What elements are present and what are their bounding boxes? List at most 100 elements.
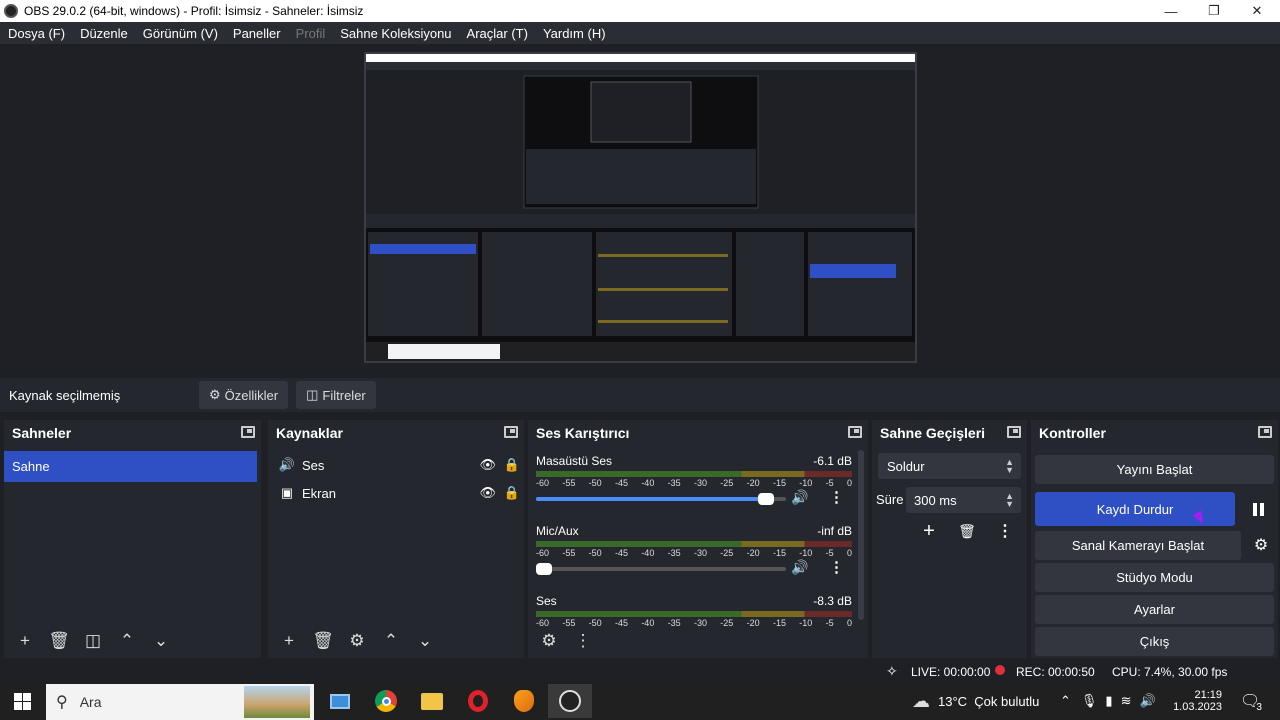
sources-dock: Kaynaklar 🔊 Ses 👁 🔒 ▣ Ekran 👁 🔒 + 🗑 ⚙ ⌃ … xyxy=(268,420,524,658)
virtual-camera-settings-button[interactable]: ⚙ xyxy=(1246,530,1276,560)
menu-view[interactable]: Görünüm (V) xyxy=(143,26,218,41)
volume-meter xyxy=(536,611,852,617)
obs-app[interactable] xyxy=(548,684,592,718)
add-scene-button[interactable]: + xyxy=(10,627,40,655)
close-button[interactable]: ✕ xyxy=(1235,0,1279,22)
menu-docks[interactable]: Paneller xyxy=(233,26,281,41)
obs-icon xyxy=(559,690,581,712)
meter-tick: 0 xyxy=(846,548,852,558)
source-item-ses[interactable]: 🔊 Ses 👁 🔒 xyxy=(278,452,520,478)
chevron-up-icon[interactable]: ⌃ xyxy=(1060,693,1071,709)
move-up-button[interactable]: ⌃ xyxy=(112,627,142,655)
filters-label: Filtreler xyxy=(322,387,366,403)
notification-center[interactable]: 🗨 3 xyxy=(1240,682,1262,720)
source-properties-button[interactable]: ⚙ xyxy=(342,627,372,655)
scene-item[interactable]: Sahne xyxy=(4,451,257,482)
meter-tick: -10 xyxy=(799,478,813,488)
mixer-menu-button[interactable]: ⋮ xyxy=(568,627,598,655)
start-stream-button[interactable]: Yayını Başlat xyxy=(1035,455,1274,484)
settings-button[interactable]: Ayarlar xyxy=(1035,595,1274,624)
taskbar-search[interactable]: ⚲ Ara xyxy=(46,684,314,720)
meter-tick: -25 xyxy=(720,548,734,558)
app-window-icon xyxy=(330,693,350,709)
speaker-icon[interactable]: 🔊 xyxy=(791,559,808,576)
opera-icon xyxy=(468,690,488,712)
fl-studio-app[interactable] xyxy=(504,686,544,716)
meter-tick: -35 xyxy=(667,478,681,488)
lock-icon[interactable]: 🔒 xyxy=(504,485,520,501)
meter-tick: -5 xyxy=(825,478,834,488)
properties-button[interactable]: ⚙ Özellikler xyxy=(199,381,289,409)
opera-app[interactable] xyxy=(458,686,498,716)
remove-source-button[interactable]: 🗑 xyxy=(308,627,338,655)
volume-icon[interactable]: 🔊 xyxy=(1139,693,1155,709)
microphone-icon[interactable]: 🎙 xyxy=(1081,693,1098,709)
start-virtual-camera-button[interactable]: Sanal Kamerayı Başlat xyxy=(1035,531,1241,560)
menu-file[interactable]: Dosya (F) xyxy=(8,26,65,41)
scenes-title: Sahneler xyxy=(12,425,72,441)
meter-tick: -15 xyxy=(772,478,786,488)
studio-mode-button[interactable]: Stüdyo Modu xyxy=(1035,563,1274,592)
source-item-ekran[interactable]: ▣ Ekran 👁 🔒 xyxy=(278,480,520,506)
lock-icon[interactable]: 🔒 xyxy=(504,457,520,473)
remove-transition-button[interactable]: 🗑 xyxy=(952,516,982,546)
windows-start-button[interactable] xyxy=(0,682,44,720)
task-view-app[interactable] xyxy=(320,686,360,716)
chrome-app[interactable] xyxy=(366,686,406,716)
add-source-button[interactable]: + xyxy=(274,627,304,655)
undock-icon[interactable] xyxy=(1007,426,1021,438)
battery-icon[interactable]: ▮ xyxy=(1105,693,1112,709)
transition-menu-button[interactable]: ⋮ xyxy=(990,516,1020,546)
source-toolbar: Kaynak seçilmemiş ⚙ Özellikler ◫ Filtreler xyxy=(0,378,1280,412)
search-placeholder: Ara xyxy=(79,694,102,710)
channel-menu-icon[interactable]: ⋮ xyxy=(829,558,844,576)
transition-select[interactable]: Soldur ▲ ▼ xyxy=(878,453,1021,479)
undock-icon[interactable] xyxy=(848,426,862,438)
volume-slider[interactable] xyxy=(536,563,786,575)
meter-tick: -45 xyxy=(614,478,628,488)
visibility-eye-icon[interactable]: 👁 xyxy=(479,485,496,501)
remove-scene-button[interactable]: 🗑 xyxy=(44,627,74,655)
visibility-eye-icon[interactable]: 👁 xyxy=(479,457,496,473)
gear-icon: ⚙ xyxy=(1253,537,1269,554)
scene-filters-button[interactable]: ◫ xyxy=(78,627,108,655)
menu-edit[interactable]: Düzenle xyxy=(80,26,128,41)
volume-slider[interactable] xyxy=(536,493,786,505)
undock-icon[interactable] xyxy=(504,426,518,438)
move-down-button[interactable]: ⌄ xyxy=(410,627,440,655)
preview-canvas[interactable] xyxy=(364,52,917,363)
undock-icon[interactable] xyxy=(241,426,255,438)
volume-knob[interactable] xyxy=(758,493,774,505)
exit-button[interactable]: Çıkış xyxy=(1035,627,1274,656)
minimize-button[interactable]: — xyxy=(1149,0,1193,22)
duration-spinbox[interactable]: 300 ms ▲ ▼ xyxy=(906,487,1021,513)
move-down-button[interactable]: ⌄ xyxy=(146,627,176,655)
volume-knob[interactable] xyxy=(536,563,552,575)
move-up-button[interactable]: ⌃ xyxy=(376,627,406,655)
clock[interactable]: 21:19 1.03.2023 xyxy=(1173,682,1222,720)
filters-button[interactable]: ◫ Filtreler xyxy=(296,381,376,409)
add-transition-button[interactable]: + xyxy=(914,516,944,546)
search-highlight-image xyxy=(244,686,310,718)
wifi-icon[interactable]: ≋ xyxy=(1121,693,1132,709)
restore-button[interactable]: ❐ xyxy=(1192,0,1236,22)
advanced-audio-settings-button[interactable]: ⚙ xyxy=(534,627,564,655)
menu-scene-collection[interactable]: Sahne Koleksiyonu xyxy=(340,26,451,41)
menu-tools[interactable]: Araçlar (T) xyxy=(467,26,528,41)
notification-count: 3 xyxy=(1256,701,1262,713)
channel-menu-icon[interactable]: ⋮ xyxy=(829,488,844,506)
speaker-icon[interactable]: 🔊 xyxy=(791,489,808,506)
undock-icon[interactable] xyxy=(1258,426,1272,438)
menu-help[interactable]: Yardım (H) xyxy=(543,26,606,41)
menu-profile[interactable]: Profil xyxy=(296,26,326,41)
pause-record-button[interactable] xyxy=(1243,494,1273,524)
meter-tick: -30 xyxy=(693,478,707,488)
sources-header: Kaynaklar xyxy=(268,420,524,446)
file-explorer-app[interactable] xyxy=(412,686,452,716)
mixer-scrollbar[interactable] xyxy=(858,450,864,620)
weather-widget[interactable]: ☁ 13°C Çok bulutlu xyxy=(912,682,1039,720)
clock-date: 1.03.2023 xyxy=(1173,701,1222,713)
updown-arrows-icon[interactable]: ▲ ▼ xyxy=(1005,492,1014,509)
no-source-label: Kaynak seçilmemiş xyxy=(9,387,121,403)
monitor-icon: ▣ xyxy=(280,485,294,500)
